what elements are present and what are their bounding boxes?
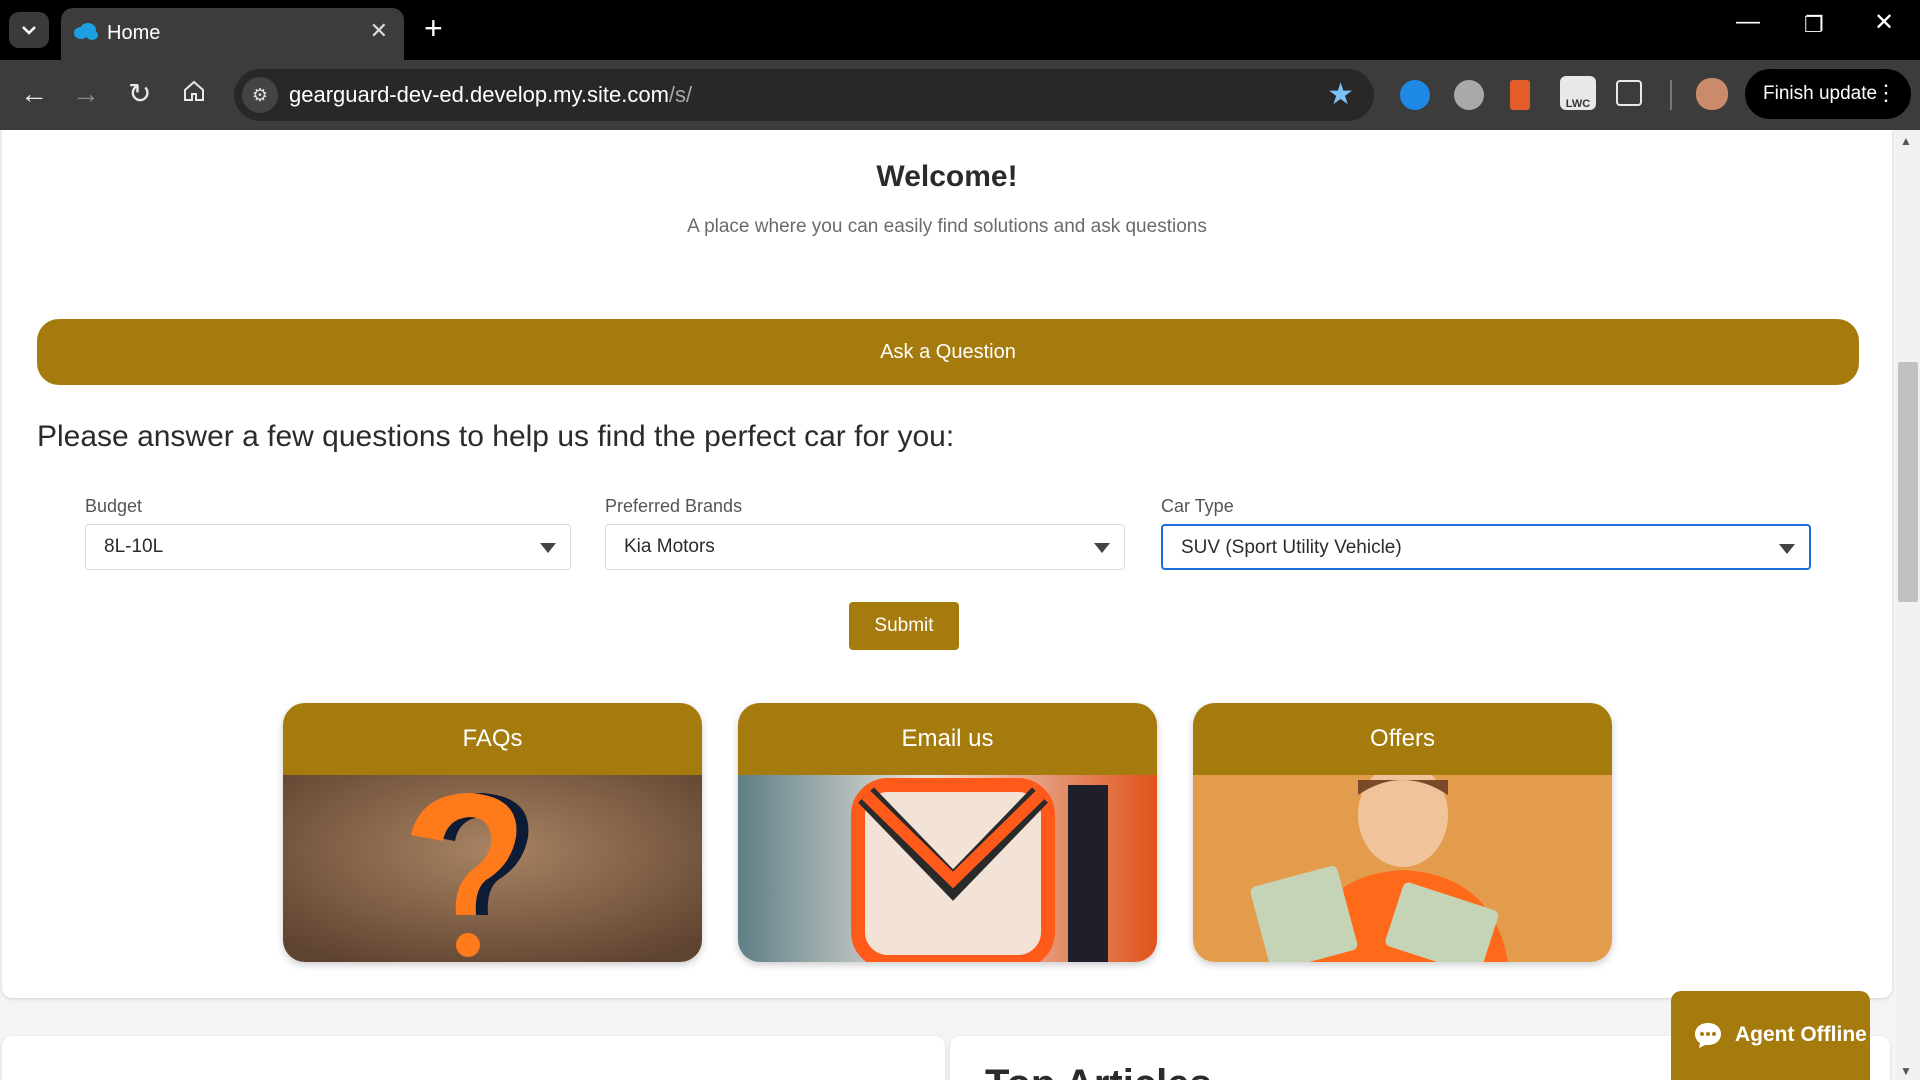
browser-tab-strip: Home ✕ + — ❐ ✕	[0, 0, 1920, 60]
submit-button[interactable]: Submit	[849, 602, 959, 650]
chevron-down-icon	[22, 26, 36, 35]
car-type-select[interactable]: SUV (Sport Utility Vehicle)	[1161, 524, 1811, 570]
browser-toolbar: ← → ↻ ⚙ gearguard-dev-ed.develop.my.site…	[0, 60, 1920, 130]
brands-select[interactable]: Kia Motors	[605, 524, 1125, 570]
budget-label: Budget	[85, 496, 143, 516]
offers-tile[interactable]: Offers	[1193, 703, 1612, 962]
budget-select[interactable]: 8L-10L	[85, 524, 571, 570]
email-tile-title: Email us	[738, 703, 1157, 775]
car-type-label: Car Type	[1161, 496, 1234, 516]
faqs-tile-title: FAQs	[283, 703, 702, 775]
profile-avatar[interactable]	[1696, 78, 1728, 110]
scroll-up-icon[interactable]: ▲	[1900, 134, 1912, 148]
agent-chat-button[interactable]: Agent Offline	[1671, 991, 1870, 1080]
tab-title: Home	[107, 22, 161, 44]
dropdown-caret-icon	[1779, 544, 1795, 554]
page-title: Welcome!	[876, 160, 1018, 193]
page-viewport: Welcome! A place where you can easily fi…	[0, 130, 1896, 1080]
page-subtitle: A place where you can easily find soluti…	[687, 216, 1207, 237]
extension-aperture-icon[interactable]	[1400, 80, 1430, 110]
question-mark-image	[283, 775, 702, 962]
address-bar[interactable]: ⚙ gearguard-dev-ed.develop.my.site.com/s…	[234, 69, 1374, 121]
chat-status-label: Agent Offline	[1735, 1023, 1867, 1046]
forward-icon[interactable]: →	[72, 78, 100, 110]
extension-glasses-icon[interactable]	[1454, 80, 1484, 110]
scroll-down-icon[interactable]: ▼	[1900, 1064, 1912, 1078]
child-with-money-image	[1193, 775, 1612, 962]
extension-lwc-icon[interactable]: LWC	[1560, 76, 1596, 110]
finish-update-button[interactable]: Finish update ⋮	[1745, 69, 1911, 119]
new-tab-icon[interactable]: +	[424, 10, 443, 47]
extension-orange-icon[interactable]	[1510, 80, 1530, 110]
page-scrollbar[interactable]	[1896, 130, 1920, 1080]
url-text[interactable]: gearguard-dev-ed.develop.my.site.com/s/	[289, 82, 692, 108]
more-menu-icon[interactable]: ⋮	[1875, 80, 1897, 106]
offers-tile-title: Offers	[1193, 703, 1612, 775]
main-card: Welcome! A place where you can easily fi…	[2, 130, 1892, 998]
extensions-puzzle-icon[interactable]	[1616, 80, 1642, 106]
home-icon[interactable]	[182, 78, 206, 110]
email-envelope-image	[738, 775, 1157, 962]
dropdown-caret-icon	[540, 543, 556, 553]
close-tab-icon[interactable]: ✕	[370, 18, 388, 44]
restore-icon[interactable]: ❐	[1804, 12, 1824, 38]
reload-icon[interactable]: ↻	[128, 78, 151, 110]
brands-label: Preferred Brands	[605, 496, 743, 516]
toolbar-divider	[1670, 80, 1672, 110]
ask-question-button[interactable]: Ask a Question	[37, 319, 1859, 385]
chat-bubble-icon	[1695, 1023, 1721, 1048]
site-info-icon[interactable]: ⚙	[242, 77, 278, 113]
back-icon[interactable]: ←	[20, 78, 48, 110]
salesforce-cloud-icon	[74, 23, 98, 40]
top-articles-heading: Top Articles	[985, 1062, 1212, 1080]
scrollbar-thumb[interactable]	[1898, 362, 1918, 602]
minimize-icon[interactable]: —	[1736, 8, 1760, 36]
tab-search-button[interactable]	[9, 12, 49, 48]
browser-tab-home[interactable]: Home ✕	[61, 8, 404, 60]
close-window-icon[interactable]: ✕	[1874, 8, 1894, 37]
faqs-tile[interactable]: FAQs	[283, 703, 702, 962]
lower-left-card	[2, 1036, 945, 1080]
dropdown-caret-icon	[1094, 543, 1110, 553]
email-tile[interactable]: Email us	[738, 703, 1157, 962]
questionnaire-prompt: Please answer a few questions to help us…	[37, 420, 955, 453]
bookmark-star-icon[interactable]: ★	[1327, 77, 1354, 112]
